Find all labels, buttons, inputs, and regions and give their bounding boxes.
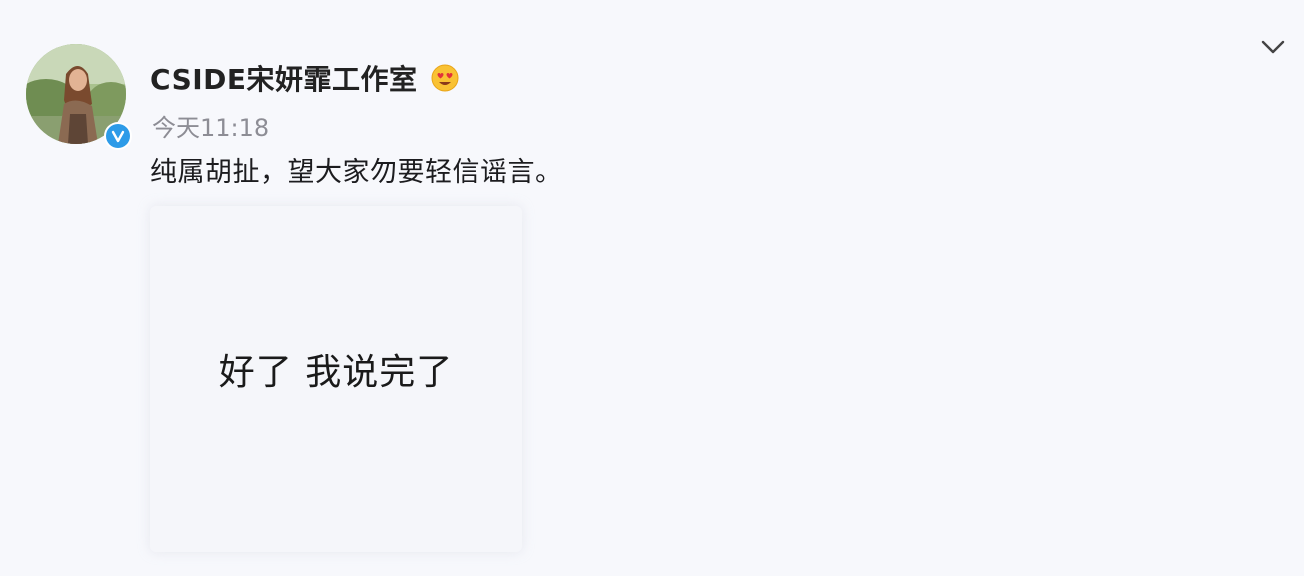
username-row: CSIDE宋妍霏工作室: [150, 58, 460, 98]
weibo-post: CSIDE宋妍霏工作室 今天11:18 纯属胡扯，望大家勿要轻信谣言。 好了 我…: [0, 0, 1304, 576]
avatar-container[interactable]: [26, 44, 132, 150]
verified-badge-icon: [106, 124, 130, 148]
post-image[interactable]: 好了 我说完了: [150, 206, 522, 552]
verified-badge: [104, 122, 132, 150]
chevron-down-icon[interactable]: [1258, 34, 1288, 60]
post-image-text: 好了 我说完了: [218, 352, 454, 393]
username[interactable]: CSIDE宋妍霏工作室: [150, 58, 418, 98]
post-timestamp[interactable]: 今天11:18: [152, 108, 269, 143]
post-text: 纯属胡扯，望大家勿要轻信谣言。: [150, 157, 563, 188]
heart-eyes-emoji-icon: [430, 63, 460, 93]
